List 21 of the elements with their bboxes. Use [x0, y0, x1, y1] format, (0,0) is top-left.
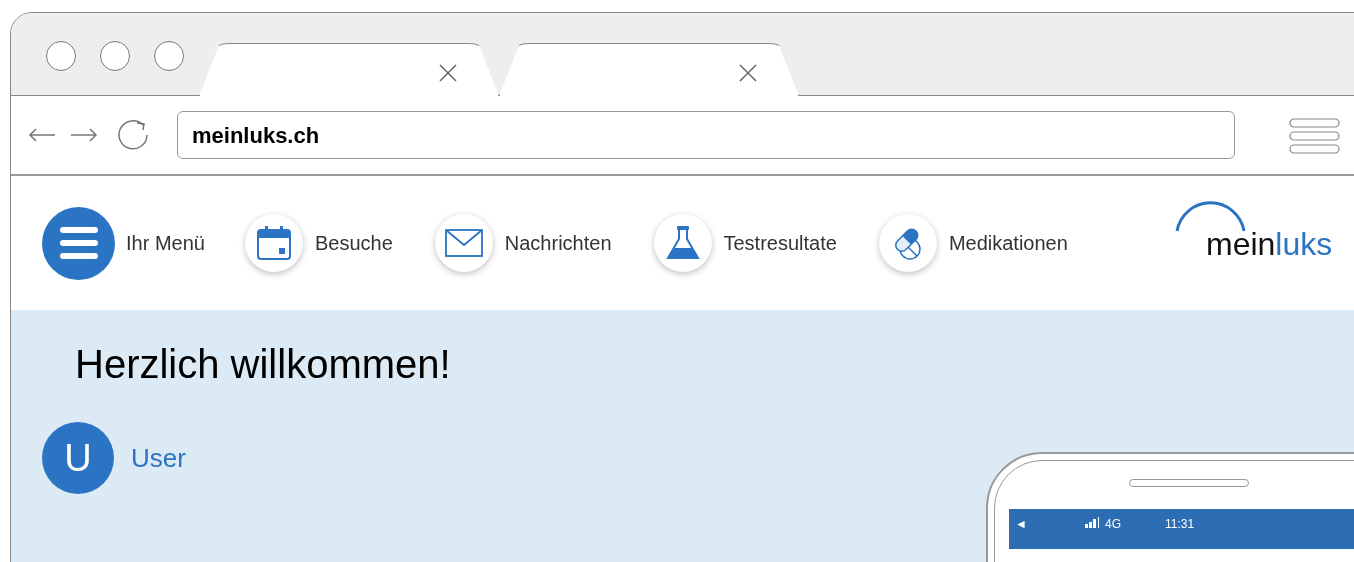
menu-icon[interactable]: [1289, 115, 1341, 155]
nav-item[interactable]: Medikationen: [878, 214, 1068, 272]
back-arrow-icon[interactable]: [27, 127, 57, 143]
reload-icon[interactable]: [115, 117, 151, 153]
user-name[interactable]: User: [131, 438, 186, 478]
meinluks-logo[interactable]: meinluks: [1174, 198, 1344, 268]
initial-avatar[interactable]: U: [42, 422, 114, 494]
close-icon[interactable]: [438, 63, 458, 83]
welcome-heading: Herzlich willkommen!: [75, 341, 451, 388]
envelope-icon: [444, 229, 483, 257]
nav-item[interactable]: Besuche: [244, 214, 393, 272]
phone-status-bar: ◄ 4G 11:31: [1009, 509, 1354, 549]
flask-icon: [665, 225, 700, 261]
address-field[interactable]: meinluks.ch: [177, 111, 1235, 159]
calendar-icon: [255, 225, 292, 261]
nav-item[interactable]: Testresultate: [653, 214, 837, 272]
nav-item[interactable]: Nachrichten: [434, 214, 612, 272]
signal-icon: [1085, 517, 1101, 528]
forward-arrow-icon[interactable]: [69, 127, 99, 143]
close-icon[interactable]: [738, 63, 758, 83]
nav-item[interactable]: Ihr Menü: [42, 206, 205, 280]
